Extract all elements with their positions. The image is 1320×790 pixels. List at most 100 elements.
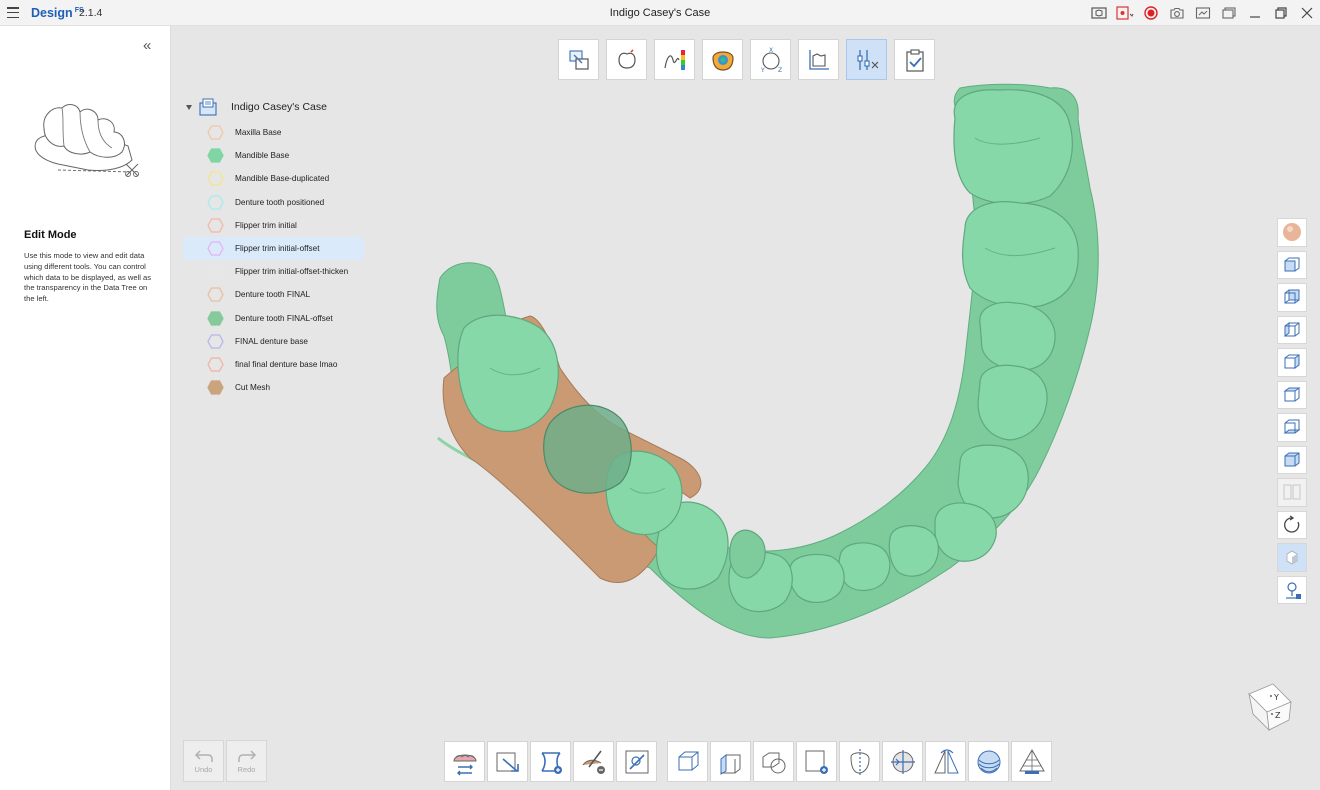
transform-tool-button[interactable]: [487, 741, 528, 782]
dental-model-viewport[interactable]: [430, 78, 1110, 648]
visibility-hex-icon[interactable]: [207, 218, 224, 233]
tree-item[interactable]: Maxilla Base: [183, 121, 364, 144]
rotate-icon: [1284, 515, 1300, 533]
window-icon[interactable]: [1216, 0, 1242, 26]
flip-jaw-tool-button[interactable]: [444, 741, 485, 782]
tree-item[interactable]: Denture tooth FINAL-offset: [183, 307, 364, 330]
view-back-button[interactable]: [1277, 283, 1307, 312]
mirror-icon: [933, 748, 959, 773]
tree-root-label: Indigo Casey's Case: [231, 101, 327, 113]
smooth-boundary-icon: [540, 751, 562, 774]
record-icon[interactable]: [1138, 0, 1164, 26]
margin-tool-button[interactable]: [606, 39, 647, 80]
visibility-hex-icon[interactable]: [207, 171, 224, 187]
lighting-button[interactable]: [1277, 575, 1307, 604]
view-bottom-button[interactable]: [1277, 413, 1307, 442]
tree-item[interactable]: Mandible Base-duplicated: [183, 167, 364, 190]
tree-item[interactable]: Denture tooth FINAL: [183, 283, 364, 306]
view-3d-icon[interactable]: [1086, 0, 1112, 26]
tree-item[interactable]: Cut Mesh: [183, 376, 364, 399]
tree-item[interactable]: Mandible Base: [183, 144, 364, 167]
record-screen-icon[interactable]: [1112, 0, 1138, 26]
visibility-hex-icon[interactable]: [207, 195, 224, 210]
visibility-hex-icon[interactable]: [207, 125, 224, 140]
prepare-tool-button[interactable]: [558, 39, 599, 80]
tree-item[interactable]: Denture tooth positioned: [183, 191, 364, 214]
edit-tools-button[interactable]: [846, 39, 887, 80]
app-name: Design FS: [31, 6, 84, 20]
thickness-map-tool-button[interactable]: [654, 39, 695, 80]
reset-rotation-button[interactable]: [1277, 510, 1307, 539]
view-right-button[interactable]: [1277, 348, 1307, 377]
orientation-cube[interactable]: Y Z: [1245, 680, 1295, 735]
layers-tool-button[interactable]: [968, 741, 1009, 782]
trim-tool-button[interactable]: [616, 741, 657, 782]
expand-arrow-icon[interactable]: [186, 104, 192, 110]
tree-item[interactable]: Flipper trim initial: [183, 214, 364, 237]
cube-left-icon: [1284, 321, 1300, 337]
view-left-button[interactable]: [1277, 315, 1307, 344]
prepare-icon: [568, 49, 589, 70]
tree-item-label: Maxilla Base: [235, 128, 282, 138]
material-sphere-icon: [1283, 223, 1301, 242]
transparency-toggle-button[interactable]: [1277, 543, 1307, 572]
mode-description: Use this mode to view and edit data usin…: [24, 251, 152, 304]
title-bar: Design FS 2.1.4 Indigo Casey's Case: [0, 0, 1320, 26]
mesh-simplify-icon: [1018, 748, 1045, 774]
mode-title: Edit Mode: [24, 229, 77, 241]
material-sphere-button[interactable]: [1277, 218, 1307, 247]
cut-tool-button[interactable]: [839, 741, 880, 782]
extrude-tool-button[interactable]: [710, 741, 751, 782]
restore-icon[interactable]: [1268, 0, 1294, 26]
mesh-simplify-tool-button[interactable]: [1011, 741, 1052, 782]
occlusion-icon: [711, 50, 734, 71]
visibility-hex-icon[interactable]: [207, 241, 224, 256]
tree-item[interactable]: Flipper trim initial-offset-thicken: [183, 260, 364, 283]
boolean-tool-button[interactable]: [753, 741, 794, 782]
box-tool-button[interactable]: [667, 741, 708, 782]
view-top-button[interactable]: [1277, 380, 1307, 409]
tree-item[interactable]: final final denture base lmao: [183, 353, 364, 376]
boolean-icon: [762, 752, 785, 773]
transform-icon: [496, 752, 519, 772]
visibility-hex-icon[interactable]: [207, 148, 224, 163]
bottom-toolbar: [444, 741, 1052, 782]
smooth-boundary-tool-button[interactable]: [530, 741, 571, 782]
visibility-hex-icon[interactable]: [207, 334, 224, 349]
minimize-icon[interactable]: [1242, 0, 1268, 26]
visibility-hex-icon[interactable]: [207, 287, 224, 303]
close-icon[interactable]: [1294, 0, 1320, 26]
visibility-hex-icon[interactable]: [207, 380, 224, 395]
tree-item[interactable]: FINAL denture base: [183, 330, 364, 353]
sculpt-tool-button[interactable]: [573, 741, 614, 782]
split-view-button[interactable]: [1277, 478, 1307, 507]
tree-item[interactable]: Flipper trim initial-offset: [183, 236, 364, 261]
center-icon: [890, 749, 915, 774]
redo-button[interactable]: Redo: [226, 740, 267, 782]
undo-icon: [194, 749, 213, 762]
axis-alignment-icon: X Y Z: [760, 47, 782, 74]
redo-label: Redo: [237, 764, 256, 774]
visibility-hex-icon[interactable]: [207, 310, 224, 326]
checklist-tool-button[interactable]: [894, 39, 935, 80]
camera-icon[interactable]: [1164, 0, 1190, 26]
undo-button[interactable]: Undo: [183, 740, 224, 782]
visibility-hex-icon[interactable]: [207, 264, 224, 279]
occlusion-tool-button[interactable]: [702, 39, 743, 80]
tree-item-label: final final denture base lmao: [235, 359, 338, 369]
svg-text:Y: Y: [760, 67, 765, 74]
tree-root[interactable]: Indigo Casey's Case: [183, 96, 364, 118]
menu-icon[interactable]: [7, 7, 19, 19]
measure-tool-button[interactable]: [798, 39, 839, 80]
view-front-button[interactable]: [1277, 250, 1307, 279]
screenshot-icon[interactable]: [1190, 0, 1216, 26]
tree-item-label: Denture tooth FINAL-offset: [235, 313, 333, 323]
axis-alignment-tool-button[interactable]: X Y Z: [750, 39, 791, 80]
tree-item-label: Mandible Base-duplicated: [235, 174, 330, 184]
add-plane-tool-button[interactable]: [796, 741, 837, 782]
visibility-hex-icon[interactable]: [207, 357, 224, 372]
view-iso-button[interactable]: [1277, 445, 1307, 474]
collapse-panel-button[interactable]: «: [143, 38, 151, 53]
center-tool-button[interactable]: [882, 741, 923, 782]
mirror-tool-button[interactable]: [925, 741, 966, 782]
